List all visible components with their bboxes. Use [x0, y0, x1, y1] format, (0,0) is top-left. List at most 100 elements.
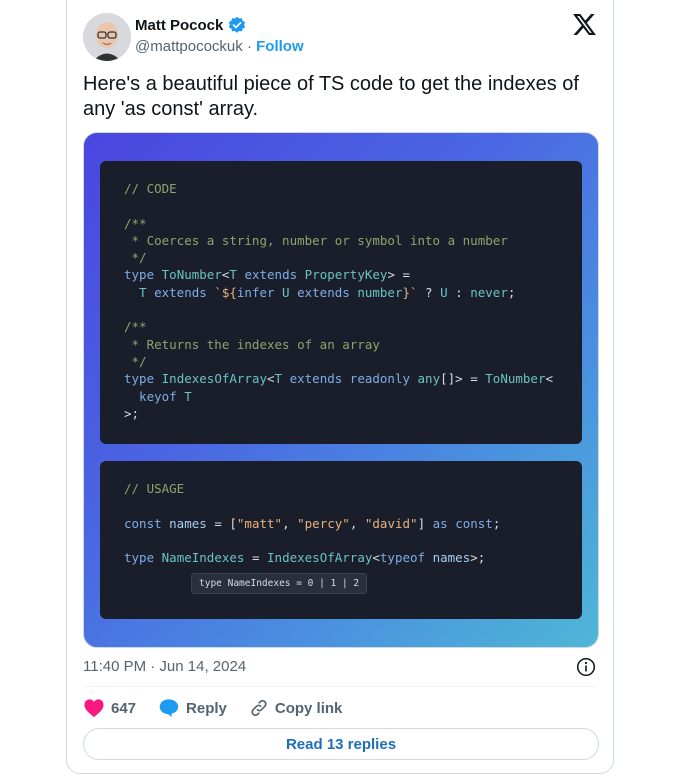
code-token: never [470, 284, 508, 300]
author-name[interactable]: Matt Pocock [135, 17, 223, 34]
code-token: , [282, 515, 298, 531]
code-token: names [169, 515, 207, 531]
code-token: >; [124, 405, 140, 421]
handle-row: @mattpocockuk · Follow [135, 38, 304, 55]
code-line: type NameIndexes = IndexesOfArray<typeof… [124, 549, 558, 566]
code-line: // USAGE [124, 480, 558, 497]
code-token: U [282, 284, 290, 300]
code-token: readonly [349, 371, 418, 387]
copy-link-button[interactable]: Copy link [249, 698, 343, 718]
code-token: any [417, 371, 441, 387]
code-token: T [184, 388, 192, 404]
code-line: // CODE [124, 180, 558, 197]
code-token: const [455, 515, 493, 531]
code-token: names [432, 550, 471, 566]
code-token: "david" [364, 515, 418, 531]
tweet-text: Here's a beautiful piece of TS code to g… [83, 73, 579, 120]
reply-label: Reply [186, 699, 227, 717]
code-token: ] [417, 515, 433, 531]
reply-button[interactable]: Reply [158, 698, 227, 718]
code-token: U [440, 284, 448, 300]
code-token: ; [507, 284, 516, 300]
heart-icon [84, 699, 104, 718]
code-token: T [124, 284, 147, 300]
author-handle[interactable]: @mattpocockuk [135, 38, 243, 55]
code-token: keyof [124, 388, 185, 404]
code-token: type [124, 371, 162, 387]
code-line: * Coerces a string, number or symbol int… [124, 232, 558, 249]
info-icon[interactable] [576, 657, 596, 682]
code-token: ; [492, 515, 501, 531]
code-token: "percy" [297, 515, 350, 531]
action-bar: 647 Reply Copy link [83, 696, 364, 720]
code-token: // CODE [124, 181, 177, 196]
code-token: * Coerces a string, number or symbol int… [124, 232, 508, 248]
code-token: extends [282, 371, 350, 387]
code-line: keyof T [124, 388, 558, 405]
code-token: typeof [379, 550, 433, 566]
code-token: NameIndexes [161, 550, 245, 566]
code-token: < [545, 371, 554, 387]
code-line: * Returns the indexes of an array [124, 336, 558, 353]
code-token: extends [146, 284, 215, 300]
code-token: = [ [206, 515, 237, 531]
code-block-usage: // USAGE const names = ["matt", "percy",… [100, 461, 582, 619]
code-token: const [124, 515, 170, 531]
code-token: // USAGE [124, 481, 185, 496]
code-token: []> = [440, 371, 486, 387]
code-block-definitions: // CODE /** * Coerces a string, number o… [100, 161, 582, 444]
code-token: /** [124, 319, 147, 335]
code-token: `${ [214, 284, 237, 300]
timestamp[interactable]: 11:40 PM · Jun 14, 2024 [83, 658, 246, 675]
follow-button[interactable]: Follow [256, 38, 304, 55]
code-token: ToNumber [161, 267, 222, 283]
reply-bubble-icon [159, 699, 179, 718]
link-icon [251, 699, 267, 717]
code-line: /** [124, 318, 558, 335]
type-hover-tooltip: type NameIndexes = 0 | 1 | 2 [191, 573, 368, 594]
avatar[interactable] [83, 13, 131, 61]
code-token: as [432, 515, 456, 531]
code-token: "matt" [236, 515, 283, 531]
code-token: < [267, 371, 275, 387]
x-logo-icon[interactable] [573, 14, 596, 40]
code-line: >; [124, 405, 558, 422]
read-replies-button[interactable]: Read 13 replies [83, 728, 599, 760]
code-token: */ [124, 353, 147, 369]
copy-link-label: Copy link [274, 699, 343, 717]
tweet-card: Matt Pocock @mattpocockuk · Follow Here'… [66, 0, 614, 774]
code-token: IndexesOfArray [267, 550, 373, 566]
like-button[interactable]: 647 [83, 698, 136, 718]
code-line: const names = ["matt", "percy", "david"]… [124, 515, 558, 532]
separator: · [246, 38, 252, 55]
code-line: */ [124, 353, 558, 370]
code-token: T [229, 267, 237, 283]
code-token: number [357, 284, 403, 300]
code-token: : [447, 284, 471, 300]
code-line: */ [124, 249, 558, 266]
code-line: type ToNumber<T extends PropertyKey> = [124, 266, 558, 283]
code-token: PropertyKey [304, 267, 388, 283]
code-token: type [124, 550, 162, 566]
code-token: extends [236, 267, 305, 283]
code-token: type [124, 267, 162, 283]
code-token: > = [387, 267, 411, 283]
code-token: IndexesOfArray [161, 371, 267, 387]
code-token: infer [236, 284, 283, 300]
code-token: < [372, 550, 380, 566]
verified-badge-icon [228, 16, 246, 34]
code-token: , [349, 515, 365, 531]
code-token: * Returns the indexes of an array [124, 336, 380, 352]
code-token: /** [124, 215, 147, 231]
code-line: type IndexesOfArray<T extends readonly a… [124, 370, 558, 387]
code-token: = [244, 550, 268, 566]
code-token: ? [417, 284, 441, 300]
code-token: }` [402, 284, 418, 300]
code-token: T [274, 371, 283, 387]
code-token: >; [470, 550, 486, 566]
code-image[interactable]: // CODE /** * Coerces a string, number o… [83, 132, 599, 648]
